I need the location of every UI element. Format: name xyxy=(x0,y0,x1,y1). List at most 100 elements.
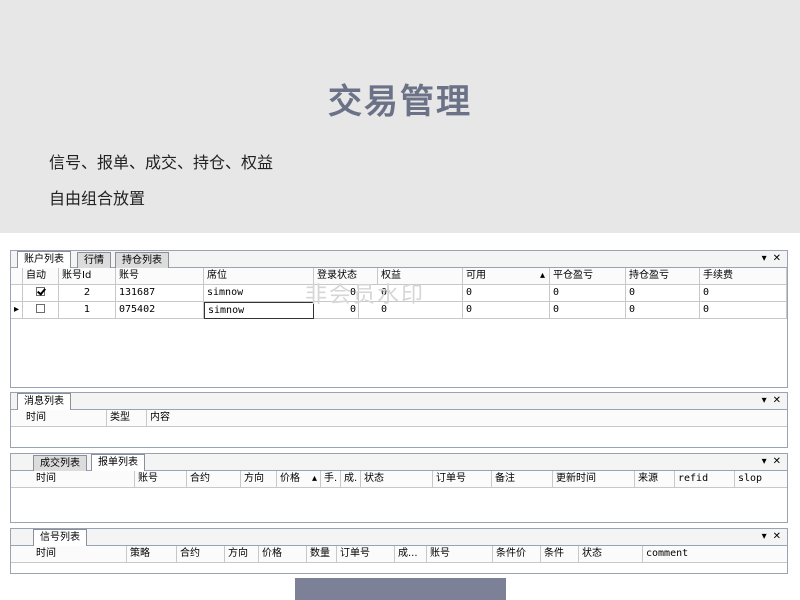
col-header-remark[interactable]: 备注 xyxy=(492,471,553,488)
col-header-available-label: 可用 xyxy=(466,270,486,281)
col-header-direction[interactable]: 方向 xyxy=(225,546,259,563)
row-marker: ▸ xyxy=(11,302,23,319)
tab-quotes[interactable]: 行情 xyxy=(77,252,111,268)
col-header-account[interactable]: 账号 xyxy=(427,546,493,563)
tab-trade-list[interactable]: 成交列表 xyxy=(33,455,87,471)
seat-cell[interactable]: simnow xyxy=(204,285,314,302)
col-header-quantity[interactable]: 数量 xyxy=(307,546,337,563)
col-header-time[interactable]: 时间 xyxy=(33,471,135,488)
tab-signal-list[interactable]: 信号列表 xyxy=(33,529,87,546)
position-pnl-cell: 0 xyxy=(626,302,700,319)
equity-cell: 0 xyxy=(378,285,463,302)
auto-checkbox-cell[interactable] xyxy=(23,302,59,319)
signal-header-row: 时间 策略 合约 方向 价格 数量 订单号 成... 账号 条件价 条件 状态 … xyxy=(11,546,787,563)
login-status-cell: 0 xyxy=(314,285,359,302)
col-header-login-status[interactable]: 登录状态 xyxy=(314,268,378,285)
col-header-lots[interactable]: 手. xyxy=(321,471,341,488)
chevron-down-icon[interactable]: ▾ xyxy=(762,395,767,406)
col-header-condition[interactable]: 条件 xyxy=(541,546,579,563)
account-id-cell: 2 xyxy=(59,285,116,302)
col-header-direction[interactable]: 方向 xyxy=(241,471,277,488)
col-header-price[interactable]: 价格 ▴ xyxy=(277,471,321,488)
account-cell: 131687 xyxy=(116,285,204,302)
order-tabstrip: 成交列表 报单列表 ▾ ✕ xyxy=(11,454,787,471)
order-strip-controls: ▾ ✕ xyxy=(756,455,781,469)
close-icon[interactable]: ✕ xyxy=(773,253,781,264)
col-header-account-id[interactable]: 账号Id xyxy=(59,268,116,285)
col-header-status[interactable]: 状态 xyxy=(579,546,643,563)
col-header-filled[interactable]: 成. xyxy=(341,471,361,488)
account-cell: 075402 xyxy=(116,302,204,319)
col-header-slop[interactable]: slop xyxy=(735,471,787,488)
chevron-down-icon[interactable]: ▾ xyxy=(762,531,767,542)
equity-cell: 0 xyxy=(378,302,463,319)
col-header-seat[interactable]: 席位 xyxy=(204,268,314,285)
col-header-account[interactable]: 账号 xyxy=(135,471,187,488)
message-panel: 消息列表 ▾ ✕ 时间 类型 内容 xyxy=(10,392,788,448)
col-header-strategy[interactable]: 策略 xyxy=(127,546,177,563)
signal-tabstrip: 信号列表 ▾ ✕ xyxy=(11,529,787,546)
available-cell: 0 xyxy=(463,302,550,319)
slide-bullet-1: 信号、报单、成交、持仓、权益 xyxy=(49,153,274,172)
seat-edit-input[interactable]: simnow xyxy=(204,302,314,319)
tab-message-list[interactable]: 消息列表 xyxy=(17,393,71,410)
col-header-order-no[interactable]: 订单号 xyxy=(433,471,492,488)
col-header-order-no[interactable]: 订单号 xyxy=(337,546,395,563)
col-header-close-pnl[interactable]: 平仓盈亏 xyxy=(550,268,626,285)
signal-strip-controls: ▾ ✕ xyxy=(756,530,781,544)
fee-cell: 0 xyxy=(700,302,787,319)
chevron-down-icon[interactable]: ▾ xyxy=(762,456,767,467)
col-header-price-label: 价格 xyxy=(280,473,300,484)
slide-title: 交易管理 xyxy=(328,82,472,122)
slide-bullet-2: 自由组合放置 xyxy=(49,189,146,208)
close-icon[interactable]: ✕ xyxy=(773,395,781,406)
close-pnl-cell: 0 xyxy=(550,302,626,319)
account-tabstrip: 账户列表 行情 持仓列表 ▾ ✕ xyxy=(11,251,787,268)
col-header-time[interactable]: 时间 xyxy=(33,546,127,563)
col-header-auto[interactable]: 自动 xyxy=(23,268,59,285)
col-header-available[interactable]: 可用 ▴ xyxy=(463,268,550,285)
tab-account-list[interactable]: 账户列表 xyxy=(17,251,71,268)
order-panel: 成交列表 报单列表 ▾ ✕ 时间 账号 合约 方向 价格 ▴ 手. 成. 状态 订… xyxy=(10,453,788,523)
sort-ascending-icon: ▴ xyxy=(311,473,317,484)
tab-position-list[interactable]: 持仓列表 xyxy=(115,252,169,268)
table-row[interactable]: 2 131687 simnow 0 0 0 0 0 0 xyxy=(11,285,787,302)
position-pnl-cell: 0 xyxy=(626,285,700,302)
account-strip-controls: ▾ ✕ xyxy=(756,252,781,266)
col-header-position-pnl[interactable]: 持仓盈亏 xyxy=(626,268,700,285)
col-header-refid[interactable]: refid xyxy=(675,471,735,488)
available-cell: 0 xyxy=(463,285,550,302)
col-header-condition-price[interactable]: 条件价 xyxy=(493,546,541,563)
order-header-row: 时间 账号 合约 方向 价格 ▴ 手. 成. 状态 订单号 备注 更新时间 来源… xyxy=(11,471,787,488)
col-header-filled[interactable]: 成... xyxy=(395,546,427,563)
col-header-time[interactable]: 时间 xyxy=(23,410,107,427)
tab-order-list[interactable]: 报单列表 xyxy=(91,454,145,471)
col-header-account[interactable]: 账号 xyxy=(116,268,204,285)
col-header-contract[interactable]: 合约 xyxy=(177,546,225,563)
auto-checkbox-cell[interactable] xyxy=(23,285,59,302)
signal-panel: 信号列表 ▾ ✕ 时间 策略 合约 方向 价格 数量 订单号 成... 账号 条件… xyxy=(10,528,788,574)
close-icon[interactable]: ✕ xyxy=(773,456,781,467)
col-header-price[interactable]: 价格 xyxy=(259,546,307,563)
account-id-cell: 1 xyxy=(59,302,116,319)
fee-cell: 0 xyxy=(700,285,787,302)
checkbox-checked-icon[interactable] xyxy=(36,286,45,296)
col-header-update-time[interactable]: 更新时间 xyxy=(553,471,635,488)
col-header-status[interactable]: 状态 xyxy=(361,471,433,488)
chevron-down-icon[interactable]: ▾ xyxy=(762,253,767,264)
message-strip-controls: ▾ ✕ xyxy=(756,394,781,408)
message-tabstrip: 消息列表 ▾ ✕ xyxy=(11,393,787,410)
checkbox-unchecked-icon[interactable] xyxy=(36,303,45,313)
account-panel: 账户列表 行情 持仓列表 ▾ ✕ 自动 账号Id 账号 席位 登录状态 权益 可用… xyxy=(10,250,788,388)
col-header-equity[interactable]: 权益 xyxy=(378,268,463,285)
col-header-source[interactable]: 来源 xyxy=(635,471,675,488)
col-header-type[interactable]: 类型 xyxy=(107,410,147,427)
close-pnl-cell: 0 xyxy=(550,285,626,302)
col-header-content[interactable]: 内容 xyxy=(147,410,787,427)
table-row[interactable]: ▸ 1 075402 simnow 0 0 0 0 0 0 xyxy=(11,302,787,319)
close-icon[interactable]: ✕ xyxy=(773,531,781,542)
col-header-contract[interactable]: 合约 xyxy=(187,471,241,488)
col-header-comment[interactable]: comment xyxy=(643,546,787,563)
sort-ascending-icon: ▴ xyxy=(539,270,545,281)
col-header-fee[interactable]: 手续费 xyxy=(700,268,787,285)
